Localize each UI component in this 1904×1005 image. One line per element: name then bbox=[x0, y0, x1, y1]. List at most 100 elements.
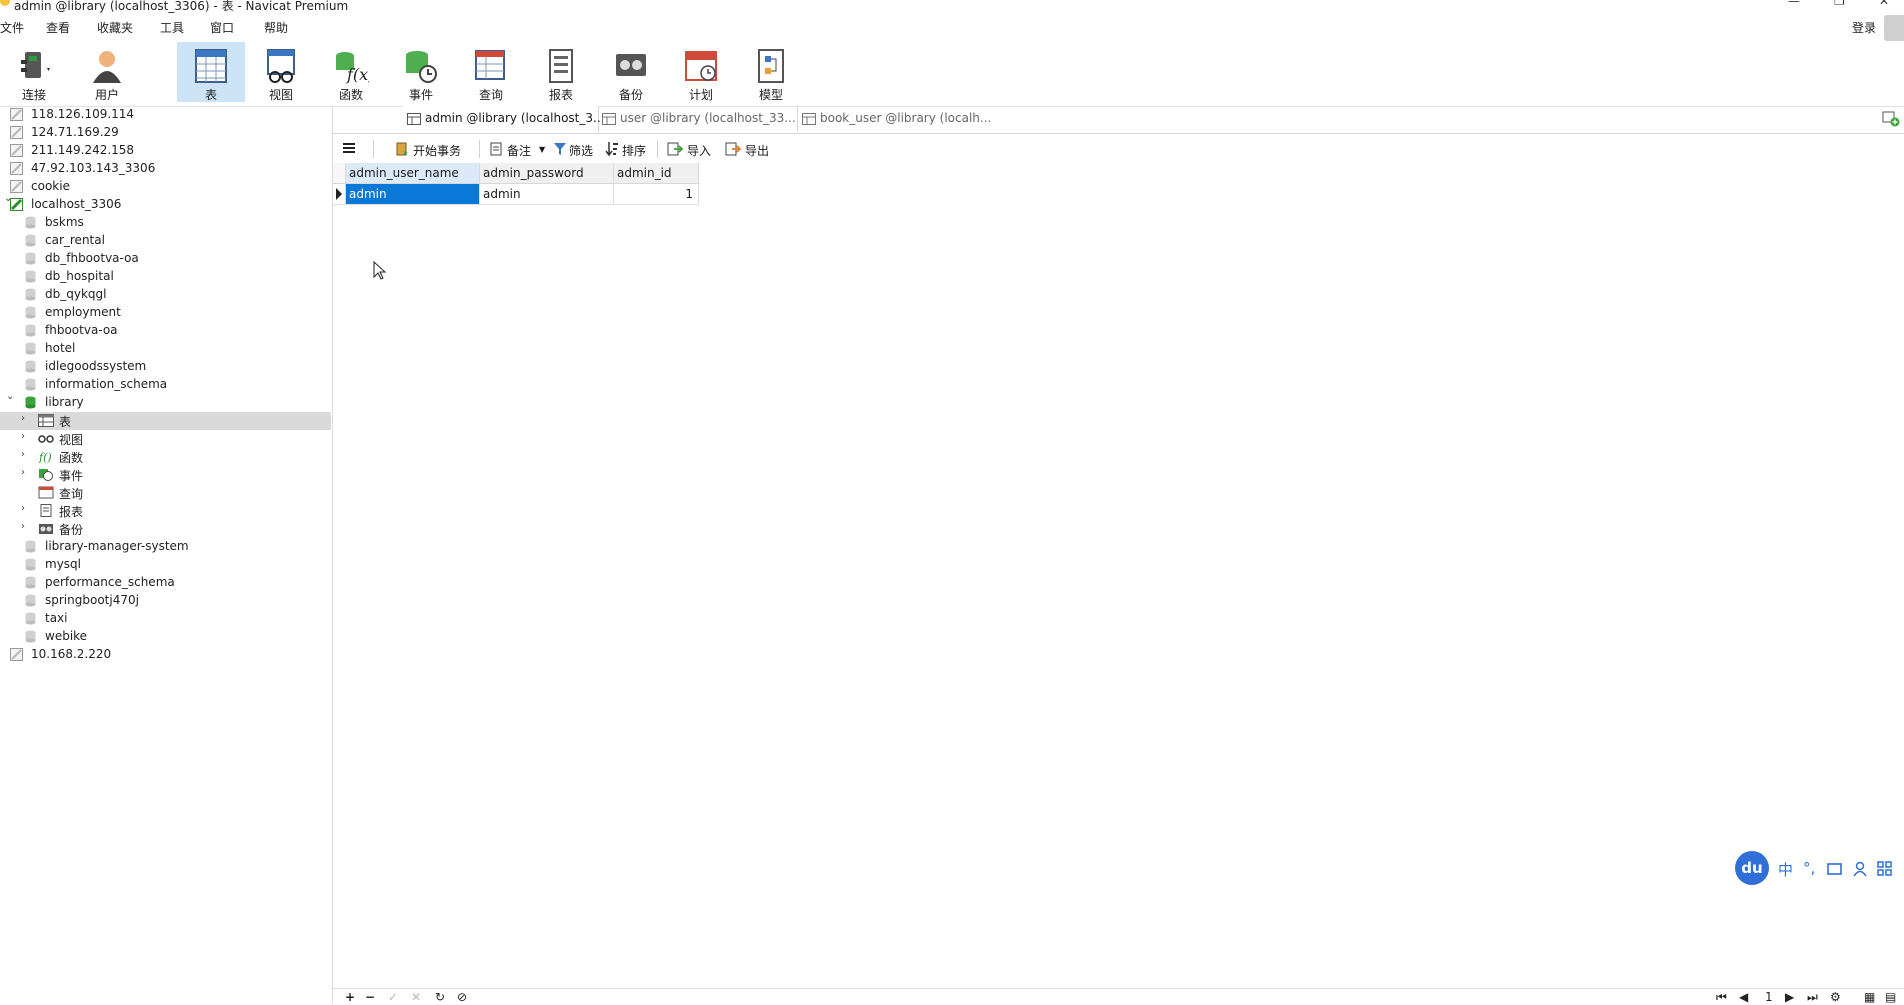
tree-item-db[interactable]: performance_schema bbox=[0, 574, 331, 592]
tree-item-server[interactable]: 118.126.109.114 bbox=[0, 106, 331, 124]
memo-button[interactable]: 备注 ▼ bbox=[489, 140, 545, 158]
toolbar-event-button[interactable]: 事件 bbox=[387, 42, 455, 102]
maximize-button[interactable]: ❐ bbox=[1834, 0, 1845, 8]
tree-item-db[interactable]: fhbootva-oa bbox=[0, 322, 331, 340]
table-cell[interactable]: admin bbox=[480, 184, 614, 205]
table-cell[interactable]: admin bbox=[346, 184, 480, 205]
tree-item-db[interactable]: db_fhbootva-oa bbox=[0, 250, 331, 268]
toolbar-schedule-button[interactable]: 计划 bbox=[667, 42, 735, 102]
tree-item-db[interactable]: springbootj470j bbox=[0, 592, 331, 610]
tree-item-server[interactable]: 211.149.242.158 bbox=[0, 142, 331, 160]
tree-item-functions[interactable]: › f() 函数 bbox=[0, 448, 331, 466]
sort-button[interactable]: 排序 bbox=[605, 140, 651, 158]
add-record-icon[interactable]: + bbox=[345, 990, 355, 1004]
tree-item-db[interactable]: webike bbox=[0, 628, 331, 646]
tree-item-db[interactable]: employment bbox=[0, 304, 331, 322]
toolbar-user-button[interactable]: 用户 bbox=[73, 42, 141, 102]
tree-item-tables[interactable]: › 表 bbox=[0, 412, 331, 430]
tree-item-views[interactable]: › 视图 bbox=[0, 430, 331, 448]
login-link[interactable]: 登录 bbox=[1852, 19, 1876, 36]
tree-item-db[interactable]: information_schema bbox=[0, 376, 331, 394]
delete-record-icon[interactable]: − bbox=[365, 990, 375, 1004]
keyboard-icon[interactable] bbox=[1827, 861, 1843, 877]
first-page-icon[interactable]: ⏮ bbox=[1716, 990, 1727, 1005]
column-header-admin-user-name[interactable]: admin_user_name bbox=[346, 163, 480, 184]
column-header-admin-password[interactable]: admin_password bbox=[480, 163, 614, 184]
last-page-icon[interactable]: ⏭ bbox=[1807, 990, 1818, 1005]
tree-item-server-alt[interactable]: 10.168.2.220 bbox=[0, 646, 331, 664]
import-button[interactable]: 导入 bbox=[667, 140, 713, 158]
row-indicator[interactable] bbox=[333, 184, 346, 205]
menu-file[interactable]: 文件 bbox=[0, 19, 24, 36]
tree-item-db[interactable]: hotel bbox=[0, 340, 331, 358]
close-button[interactable]: ✕ bbox=[1879, 0, 1889, 8]
tree-item-db[interactable]: db_qykqgl bbox=[0, 286, 331, 304]
ime-toolbar[interactable]: du 中 °, bbox=[1735, 851, 1904, 887]
menu-help[interactable]: 帮助 bbox=[264, 19, 288, 36]
expand-arrow-icon[interactable]: › bbox=[21, 503, 25, 514]
expand-arrow-icon[interactable]: › bbox=[21, 431, 25, 442]
baidu-ime-logo[interactable]: du bbox=[1735, 851, 1769, 885]
form-view-icon[interactable]: ▤ bbox=[1885, 990, 1896, 1004]
tab-book-user[interactable]: book_user @library (localh... bbox=[798, 106, 998, 132]
begin-transaction-button[interactable]: 开始事务 bbox=[395, 140, 475, 158]
toolbar-connect-button[interactable]: 连接 bbox=[0, 42, 68, 102]
menu-tools[interactable]: 工具 bbox=[160, 19, 184, 36]
menu-button[interactable] bbox=[341, 140, 361, 158]
expand-arrow-icon[interactable]: › bbox=[21, 449, 25, 460]
refresh-icon[interactable]: ↻ bbox=[435, 990, 445, 1004]
next-page-icon[interactable]: ▶ bbox=[1785, 990, 1794, 1004]
column-header-admin-id[interactable]: admin_id bbox=[614, 163, 699, 184]
user-icon[interactable] bbox=[1852, 861, 1868, 877]
tree-item-backups[interactable]: › 备份 bbox=[0, 520, 331, 538]
memo-dropdown-icon[interactable]: ▼ bbox=[539, 145, 545, 154]
apply-changes-icon[interactable]: ✓ bbox=[388, 990, 398, 1004]
collapse-arrow-icon[interactable]: ⌄ bbox=[6, 391, 14, 402]
export-button[interactable]: 导出 bbox=[725, 140, 771, 158]
toolbar-function-button[interactable]: f(x) 函数 bbox=[317, 42, 385, 102]
tree-item-db[interactable]: taxi bbox=[0, 610, 331, 628]
tree-item-db[interactable]: db_hospital bbox=[0, 268, 331, 286]
menu-favorites[interactable]: 收藏夹 bbox=[97, 19, 133, 36]
tree-item-reports[interactable]: › 报表 bbox=[0, 502, 331, 520]
settings-gear-icon[interactable]: ⚙ bbox=[1830, 990, 1841, 1004]
grid-view-icon[interactable]: ▦ bbox=[1864, 990, 1875, 1004]
toolbar-model-button[interactable]: 模型 bbox=[737, 42, 805, 102]
toolbar-backup-button[interactable]: 备份 bbox=[597, 42, 665, 102]
expand-arrow-icon[interactable]: › bbox=[21, 521, 25, 532]
table-cell[interactable]: 1 bbox=[614, 184, 699, 205]
discard-changes-icon[interactable]: ✕ bbox=[411, 990, 421, 1004]
menu-window[interactable]: 窗口 bbox=[210, 19, 234, 36]
stop-icon[interactable]: ⊘ bbox=[457, 990, 467, 1004]
connection-tree[interactable]: 118.126.109.114 124.71.169.29 211.149.242.… bbox=[0, 106, 333, 1004]
toolbar-view-button[interactable]: 视图 bbox=[247, 42, 315, 102]
tree-item-events[interactable]: › 事件 bbox=[0, 466, 331, 484]
tree-item-server-open[interactable]: ⌄ localhost_3306 bbox=[0, 193, 331, 214]
expand-arrow-icon[interactable]: › bbox=[21, 467, 25, 478]
page-number[interactable]: 1 bbox=[1765, 990, 1773, 1004]
tree-item-db-open[interactable]: ⌄ library bbox=[0, 391, 331, 412]
toolbar-report-button[interactable]: 报表 bbox=[527, 42, 595, 102]
tree-item-db[interactable]: library-manager-system bbox=[0, 538, 331, 556]
new-tab-icon[interactable] bbox=[1882, 111, 1900, 127]
tab-admin[interactable]: admin @library (localhost_3... bbox=[403, 106, 604, 132]
filter-button[interactable]: 筛选 bbox=[553, 140, 599, 158]
tree-item-server[interactable]: 47.92.103.143_3306 bbox=[0, 160, 331, 178]
toolbar-table-button[interactable]: 表 bbox=[177, 42, 245, 102]
toolbar-query-button[interactable]: 查询 bbox=[457, 42, 525, 102]
menu-view[interactable]: 查看 bbox=[46, 19, 70, 36]
tree-item-server[interactable]: 124.71.169.29 bbox=[0, 124, 331, 142]
tree-item-db[interactable]: idlegoodssystem bbox=[0, 358, 331, 376]
ime-punctuation-toggle[interactable]: °, bbox=[1803, 859, 1815, 877]
account-avatar[interactable] bbox=[1884, 15, 1904, 41]
previous-page-icon[interactable]: ◀ bbox=[1739, 990, 1748, 1004]
tree-item-queries[interactable]: 查询 bbox=[0, 484, 331, 502]
expand-arrow-icon[interactable]: › bbox=[21, 413, 25, 424]
grid-menu-icon[interactable] bbox=[1877, 861, 1893, 877]
tree-item-server[interactable]: cookie bbox=[0, 178, 331, 196]
tab-user[interactable]: user @library (localhost_33... bbox=[598, 106, 798, 132]
object-tab[interactable] bbox=[333, 106, 404, 132]
ime-mode-toggle[interactable]: 中 bbox=[1778, 859, 1793, 880]
tree-item-db[interactable]: car_rental bbox=[0, 232, 331, 250]
minimize-button[interactable]: — bbox=[1788, 0, 1800, 8]
